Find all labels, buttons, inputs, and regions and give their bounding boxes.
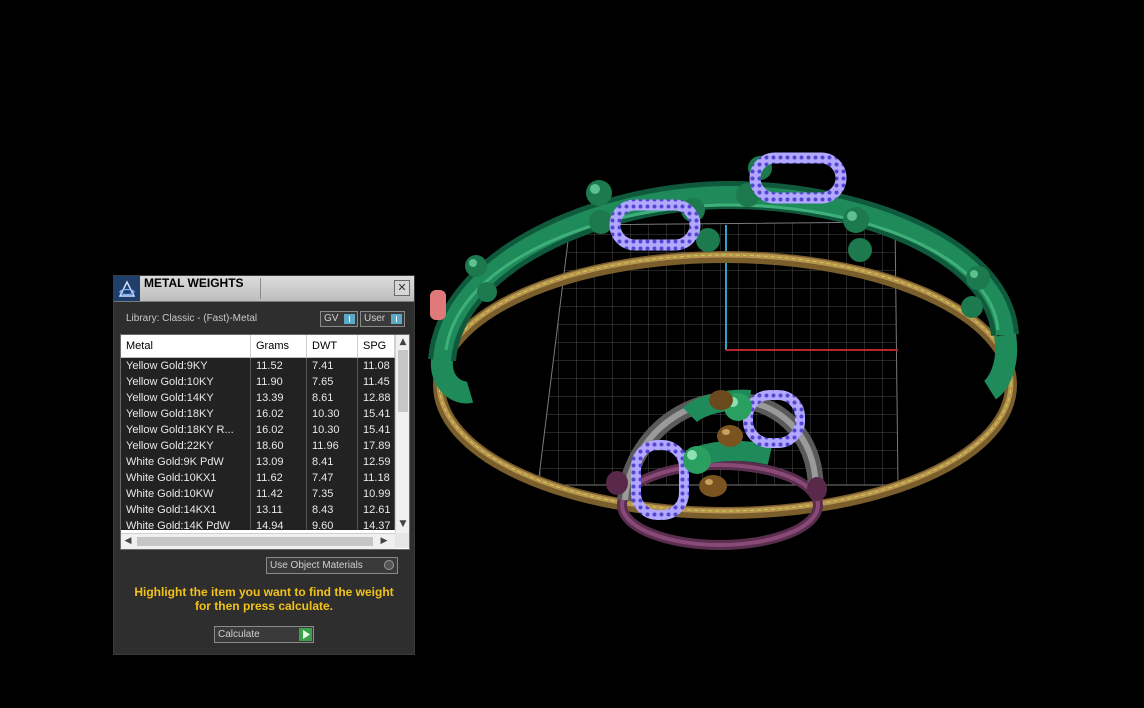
horizontal-scroll-thumb[interactable] [137, 537, 373, 546]
spg-cell: 11.08 [358, 358, 395, 374]
dwt-cell: 10.30 [307, 422, 358, 438]
metal-cell: Yellow Gold:18KY R... [121, 422, 251, 438]
scrollbar-corner [395, 533, 409, 548]
metal-cell: Yellow Gold:22KY [121, 438, 251, 454]
spg-cell: 12.59 [358, 454, 395, 470]
grams-cell: 11.90 [251, 374, 307, 390]
panel-header[interactable]: METAL WEIGHTS ✕ [114, 276, 414, 302]
grams-cell: 11.62 [251, 470, 307, 486]
metal-cell: White Gold:10KW [121, 486, 251, 502]
table-row[interactable]: Yellow Gold:18KY 16.02 10.30 15.41 [121, 406, 395, 422]
scroll-down-icon[interactable]: ▼ [396, 517, 409, 531]
rhino-logo-icon [114, 276, 140, 301]
horizontal-scrollbar[interactable]: ◀ ▶ [121, 533, 395, 549]
close-icon[interactable]: ✕ [394, 280, 410, 296]
metal-cell: White Gold:9K PdW [121, 454, 251, 470]
grams-cell: 14.94 [251, 518, 307, 530]
table-row[interactable]: Yellow Gold:10KY 11.90 7.65 11.45 [121, 374, 395, 390]
spg-cell: 17.89 [358, 438, 395, 454]
instruction-text: Highlight the item you want to find the … [134, 585, 394, 613]
dwt-cell: 8.41 [307, 454, 358, 470]
metal-cell: Yellow Gold:9KY [121, 358, 251, 374]
dwt-cell: 7.47 [307, 470, 358, 486]
title-divider [260, 278, 261, 299]
user-toggle[interactable]: User [360, 311, 405, 327]
dwt-cell: 8.43 [307, 502, 358, 518]
toggle-knob-icon [391, 314, 402, 324]
gv-toggle[interactable]: GV [320, 311, 358, 327]
use-object-materials-label: Use Object Materials [270, 560, 363, 571]
gv-toggle-label: GV [324, 313, 339, 324]
spg-cell: 10.99 [358, 486, 395, 502]
table-row[interactable]: White Gold:10KW 11.42 7.35 10.99 [121, 486, 395, 502]
grams-cell: 18.60 [251, 438, 307, 454]
table-row[interactable]: White Gold:9K PdW 13.09 8.41 12.59 [121, 454, 395, 470]
metal-weights-panel: METAL WEIGHTS ✕ Library: Classic - (Fast… [114, 276, 414, 654]
grams-cell: 16.02 [251, 422, 307, 438]
table-header: Metal Grams DWT SPG [121, 335, 395, 358]
dwt-cell: 11.96 [307, 438, 358, 454]
metal-table: Metal Grams DWT SPG Yellow Gold:9KY 11.5… [120, 334, 410, 550]
user-toggle-label: User [364, 313, 386, 324]
metal-cell: Yellow Gold:10KY [121, 374, 251, 390]
scroll-left-icon[interactable]: ◀ [121, 534, 135, 549]
column-header-dwt[interactable]: DWT [307, 335, 358, 357]
spg-cell: 12.88 [358, 390, 395, 406]
table-row[interactable]: White Gold:14KX1 13.11 8.43 12.61 [121, 502, 395, 518]
grams-cell: 16.02 [251, 406, 307, 422]
dwt-cell: 7.65 [307, 374, 358, 390]
grams-cell: 11.42 [251, 486, 307, 502]
spg-cell: 11.45 [358, 374, 395, 390]
toggle-knob-icon [344, 314, 355, 324]
scroll-up-icon[interactable]: ▲ [396, 335, 409, 349]
column-header-spg[interactable]: SPG [358, 335, 395, 357]
metal-cell: White Gold:14K PdW [121, 518, 251, 530]
dwt-cell: 9.60 [307, 518, 358, 530]
spg-cell: 12.61 [358, 502, 395, 518]
metal-cell: Yellow Gold:18KY [121, 406, 251, 422]
table-row[interactable]: Yellow Gold:9KY 11.52 7.41 11.08 [121, 358, 395, 374]
scroll-right-icon[interactable]: ▶ [377, 534, 391, 549]
spg-cell: 14.37 [358, 518, 395, 530]
spg-cell: 11.18 [358, 470, 395, 486]
dwt-cell: 10.30 [307, 406, 358, 422]
grams-cell: 13.09 [251, 454, 307, 470]
calculate-label: Calculate [218, 629, 260, 640]
dwt-cell: 8.61 [307, 390, 358, 406]
library-label: Library: Classic - (Fast)-Metal [126, 313, 258, 324]
panel-title: METAL WEIGHTS [144, 276, 244, 290]
metal-cell: Yellow Gold:14KY [121, 390, 251, 406]
spg-cell: 15.41 [358, 422, 395, 438]
play-icon [299, 628, 312, 641]
table-row[interactable]: Yellow Gold:18KY R... 16.02 10.30 15.41 [121, 422, 395, 438]
radio-icon[interactable] [384, 560, 394, 570]
table-row[interactable]: Yellow Gold:14KY 13.39 8.61 12.88 [121, 390, 395, 406]
ring-end-cap [430, 290, 446, 320]
calculate-button[interactable]: Calculate [214, 626, 314, 643]
table-row[interactable]: Yellow Gold:22KY 18.60 11.96 17.89 [121, 438, 395, 454]
metal-cell: White Gold:10KX1 [121, 470, 251, 486]
column-header-grams[interactable]: Grams [251, 335, 307, 357]
grams-cell: 11.52 [251, 358, 307, 374]
dwt-cell: 7.35 [307, 486, 358, 502]
dwt-cell: 7.41 [307, 358, 358, 374]
table-body: Yellow Gold:9KY 11.52 7.41 11.08 Yellow … [121, 358, 395, 530]
metal-cell: White Gold:14KX1 [121, 502, 251, 518]
table-row[interactable]: White Gold:14K PdW 14.94 9.60 14.37 [121, 518, 395, 530]
vertical-scroll-thumb[interactable] [398, 350, 408, 412]
grams-cell: 13.39 [251, 390, 307, 406]
grams-cell: 13.11 [251, 502, 307, 518]
vertical-scrollbar[interactable]: ▲ ▼ [395, 335, 409, 533]
use-object-materials-option[interactable]: Use Object Materials [266, 557, 398, 574]
column-header-metal[interactable]: Metal [121, 335, 251, 357]
table-row[interactable]: White Gold:10KX1 11.62 7.47 11.18 [121, 470, 395, 486]
spg-cell: 15.41 [358, 406, 395, 422]
